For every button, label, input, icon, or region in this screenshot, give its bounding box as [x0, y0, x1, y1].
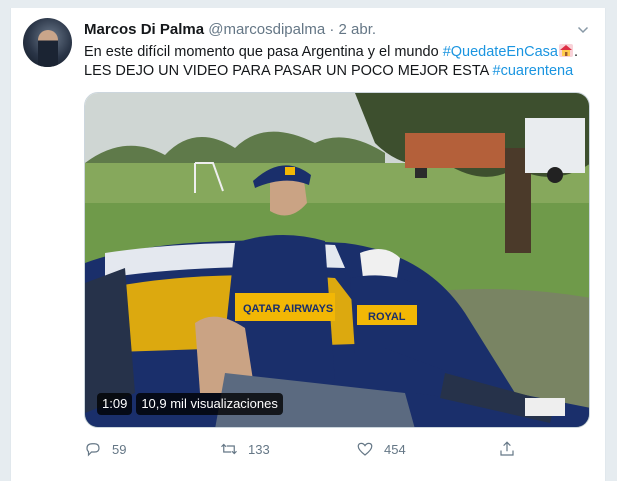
- reply-icon: [86, 443, 100, 457]
- kid-shirt-text: ROYAL: [368, 311, 406, 323]
- retweet-count: 133: [248, 441, 270, 457]
- tweet-actions: 59 133 454: [84, 438, 590, 462]
- shirt-sponsor-text: QATAR AIRWAYS: [243, 303, 333, 315]
- tweet-card[interactable]: Marcos Di Palma @marcosdipalma · 2 abr. …: [10, 8, 606, 481]
- tweet-timestamp[interactable]: 2 abr.: [339, 21, 377, 38]
- hashtag-cuarentena[interactable]: #cuarentena: [493, 63, 574, 79]
- video-thumbnail: QATAR AIRWAYS ROYAL: [85, 93, 589, 427]
- tweet-text: En este difícil momento que pasa Argenti…: [84, 43, 604, 81]
- tweet-text-line2: LES DEJO UN VIDEO PARA PASAR UN POCO MEJ…: [84, 63, 493, 79]
- like-count: 454: [384, 441, 406, 457]
- share-icon: [500, 441, 514, 456]
- video-info-badges: 1:09 10,9 mil visualizaciones: [97, 393, 283, 415]
- chevron-down-icon[interactable]: [577, 24, 589, 36]
- separator-dot: ·: [329, 21, 335, 38]
- share-button[interactable]: [498, 438, 516, 460]
- author-avatar[interactable]: [23, 18, 72, 67]
- video-player[interactable]: QATAR AIRWAYS ROYAL 1:09 10,9 mil visual…: [84, 92, 590, 428]
- tweet-text-part1: En este difícil momento que pasa Argenti…: [84, 44, 443, 60]
- reply-button[interactable]: 59: [84, 438, 126, 460]
- reply-count: 59: [112, 441, 127, 457]
- author-handle[interactable]: @marcosdipalma: [208, 21, 325, 38]
- hashtag-quedateencasa[interactable]: #QuedateEnCasa: [443, 44, 558, 60]
- house-emoji-icon: [558, 43, 574, 58]
- video-duration: 1:09: [97, 393, 133, 415]
- tweet-header: Marcos Di Palma @marcosdipalma · 2 abr.: [84, 21, 593, 41]
- retweet-button[interactable]: 133: [220, 438, 270, 460]
- video-views: 10,9 mil visualizaciones: [136, 393, 283, 415]
- tweet-text-part2: .: [573, 44, 578, 60]
- heart-icon: [357, 442, 373, 456]
- like-button[interactable]: 454: [356, 438, 406, 460]
- retweet-icon: [221, 443, 237, 455]
- author-name[interactable]: Marcos Di Palma: [84, 21, 204, 38]
